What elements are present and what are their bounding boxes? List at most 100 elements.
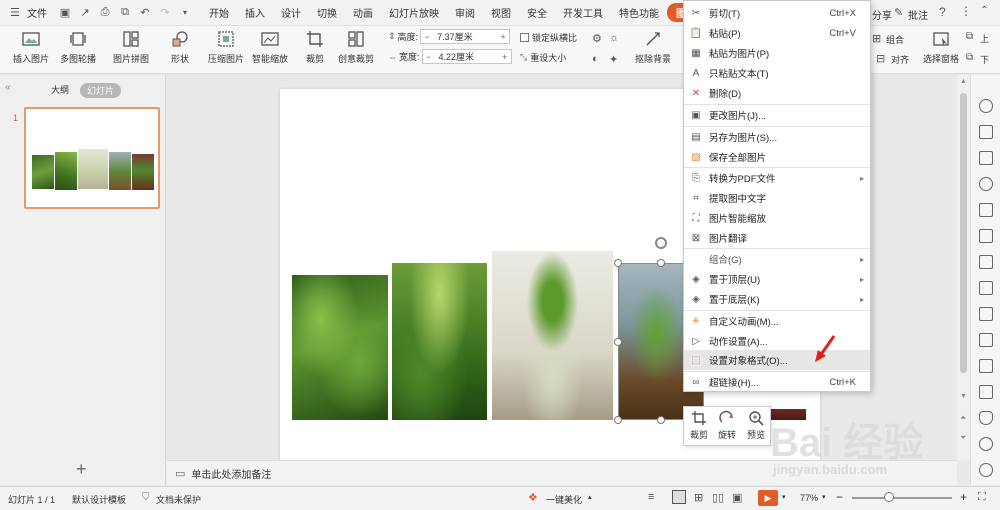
mini-rotate-button[interactable]: 旋转: [713, 410, 741, 441]
move-down-icon[interactable]: ⧉: [966, 52, 973, 63]
save-icon[interactable]: ▣: [58, 6, 72, 20]
select-icon[interactable]: [979, 125, 993, 139]
template-name[interactable]: 默认设计模板: [72, 493, 126, 506]
resize-handle[interactable]: [614, 259, 622, 267]
tab-animation[interactable]: 动画: [345, 5, 381, 20]
slides-icon[interactable]: [979, 333, 993, 347]
menu-item-convert-pdf[interactable]: ⎘ 转换为PDF文件 ▸: [684, 168, 870, 188]
menu-item-delete[interactable]: ✕ 删除(D): [684, 83, 870, 103]
menu-item-send-to-back[interactable]: ◈ 置于底层(K) ▸: [684, 289, 870, 309]
menu-item-smart-scale[interactable]: ⛶ 图片智能缩放: [684, 208, 870, 228]
align-icon[interactable]: ⊟: [876, 52, 885, 65]
tab-insert[interactable]: 插入: [237, 5, 273, 20]
collapse-ribbon-icon[interactable]: ⌃: [980, 5, 988, 16]
presenter-view-icon[interactable]: ▣: [732, 491, 742, 504]
picture-1[interactable]: [292, 275, 388, 420]
tab-review[interactable]: 审阅: [447, 5, 483, 20]
beautify-dropdown-icon[interactable]: ▴: [588, 493, 592, 501]
decrease-height-button[interactable]: −: [421, 32, 433, 42]
contrast-icon[interactable]: ◐: [592, 53, 599, 65]
share-icon[interactable]: [979, 281, 993, 295]
scroll-down-icon[interactable]: ▼: [960, 393, 967, 400]
tab-design[interactable]: 设计: [273, 5, 309, 20]
file-menu[interactable]: 文件: [25, 5, 55, 20]
tab-start[interactable]: 开始: [201, 5, 237, 20]
menu-item-action-settings[interactable]: ▷ 动作设置(A)...: [684, 331, 870, 351]
ai-icon[interactable]: [979, 385, 993, 399]
add-slide-button[interactable]: +: [76, 459, 87, 480]
zoom-dropdown-icon[interactable]: ▾: [822, 493, 826, 501]
menu-item-save-as-image[interactable]: ▤ 另存为图片(S)...: [684, 127, 870, 147]
image-collage-button[interactable]: 图片拼图: [108, 30, 154, 70]
insert-image-button[interactable]: 插入图片: [8, 30, 54, 70]
help-icon[interactable]: ?: [939, 5, 946, 19]
menu-item-paste-text[interactable]: A 只粘贴文本(T): [684, 63, 870, 83]
selection-pane-button[interactable]: 选择窗格: [920, 30, 962, 70]
shield-icon[interactable]: [979, 411, 993, 425]
menu-item-extract-text[interactable]: ⌗ 提取图中文字: [684, 188, 870, 208]
notes-toggle-icon[interactable]: ≡: [648, 491, 654, 503]
mini-crop-button[interactable]: 裁剪: [685, 410, 713, 441]
increase-height-button[interactable]: +: [497, 32, 509, 42]
play-slideshow-button[interactable]: ▶: [758, 490, 778, 506]
menu-item-custom-animation[interactable]: ✳ 自定义动画(M)...: [684, 311, 870, 331]
decrease-width-button[interactable]: −: [423, 52, 435, 62]
menu-item-bring-to-front[interactable]: ◈ 置于顶层(U) ▸: [684, 269, 870, 289]
creative-crop-button[interactable]: 创意裁剪: [333, 30, 379, 70]
group-icon[interactable]: ⊞: [872, 32, 881, 45]
height-input[interactable]: − 7.37厘米 +: [420, 29, 511, 44]
collapse-panel-icon[interactable]: «: [5, 82, 11, 93]
table-icon[interactable]: [979, 307, 993, 321]
mini-preview-button[interactable]: 预览: [742, 410, 770, 441]
group-button[interactable]: 组合: [886, 33, 904, 46]
menu-item-cut[interactable]: ✂ 剪切(T) Ctrl+X: [684, 3, 870, 23]
undo-icon[interactable]: ↶: [138, 6, 152, 20]
scroll-up-icon[interactable]: ▲: [960, 78, 967, 85]
dropdown-icon[interactable]: ▾: [178, 6, 192, 20]
hamburger-icon[interactable]: ☰: [8, 6, 22, 20]
protect-status[interactable]: 文档未保护: [156, 493, 201, 506]
menu-item-paste-as-image[interactable]: ▦ 粘贴为图片(P): [684, 43, 870, 63]
increase-width-button[interactable]: +: [499, 52, 511, 62]
next-page-icon[interactable]: ⏷: [960, 433, 966, 443]
fit-window-icon[interactable]: ⛶: [978, 491, 986, 504]
help-circle-icon[interactable]: [979, 437, 993, 451]
sorter-view-icon[interactable]: ⊞: [694, 491, 703, 504]
transform-icon[interactable]: [979, 203, 993, 217]
compress-image-button[interactable]: 压缩图片: [206, 30, 246, 70]
reset-size-button[interactable]: ⤡ 重设大小: [520, 51, 566, 64]
resize-handle[interactable]: [657, 259, 665, 267]
chart-icon[interactable]: [979, 255, 993, 269]
redo-icon[interactable]: ↷: [158, 6, 172, 20]
property-icon[interactable]: [979, 151, 993, 165]
tab-security[interactable]: 安全: [519, 5, 555, 20]
zoom-in-button[interactable]: +: [960, 490, 967, 504]
picture-3[interactable]: [492, 251, 613, 420]
tab-view[interactable]: 视图: [483, 5, 519, 20]
menu-item-hyperlink[interactable]: ∞ 超链接(H)... Ctrl+K: [684, 372, 870, 392]
tab-features[interactable]: 特色功能: [611, 5, 667, 20]
tab-outline[interactable]: 大纲: [51, 83, 69, 96]
comment-button[interactable]: 批注: [908, 7, 928, 22]
menu-item-change-image[interactable]: ▣ 更改图片(J)...: [684, 105, 870, 125]
scroll-thumb[interactable]: [960, 93, 967, 373]
crop-button[interactable]: 裁剪: [300, 30, 330, 70]
location-icon[interactable]: [979, 177, 993, 191]
remove-background-button[interactable]: 抠除背景: [628, 30, 678, 70]
zoom-slider[interactable]: [852, 497, 952, 499]
tab-developer[interactable]: 开发工具: [555, 5, 611, 20]
tab-transition[interactable]: 切换: [309, 5, 345, 20]
resize-handle[interactable]: [657, 416, 665, 424]
slide-thumbnail[interactable]: [24, 107, 160, 209]
menu-item-save-all-images[interactable]: ▧ 保存全部图片: [684, 147, 870, 167]
zoom-out-button[interactable]: −: [836, 490, 843, 504]
menu-item-translate[interactable]: ⊠ 图片翻译: [684, 228, 870, 248]
width-input[interactable]: − 4.22厘米 +: [421, 49, 512, 64]
brightness-icon[interactable]: ☼: [609, 32, 619, 44]
tab-slideshow[interactable]: 幻灯片放映: [381, 5, 447, 20]
print-icon[interactable]: ⎙: [98, 6, 112, 20]
share-button[interactable]: 分享: [872, 7, 892, 22]
rotate-handle-icon[interactable]: [655, 237, 667, 249]
zoom-value[interactable]: 77%: [800, 493, 818, 503]
move-up-button[interactable]: 上: [980, 32, 989, 45]
